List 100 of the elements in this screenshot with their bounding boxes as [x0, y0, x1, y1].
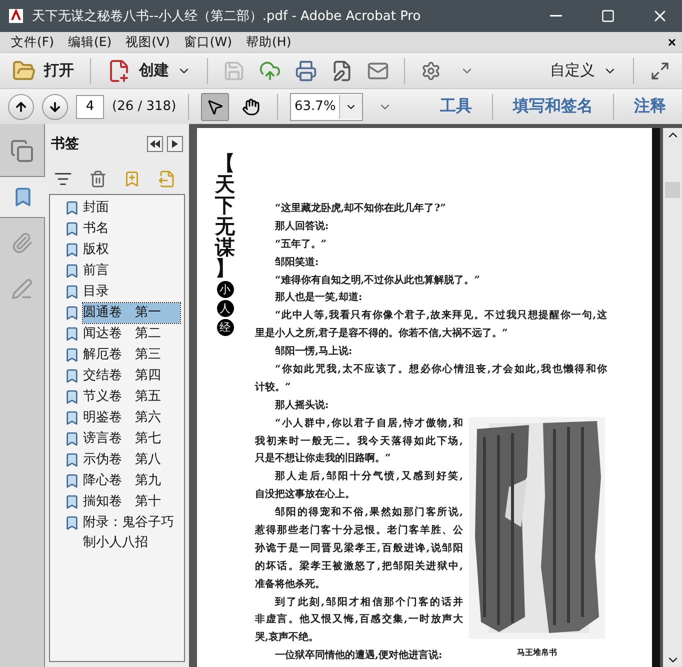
menu-item[interactable]: 帮助(H) [239, 34, 298, 50]
bookmark-icon [64, 284, 80, 300]
bookmark-icon [64, 452, 80, 468]
bookmark-icon [64, 263, 80, 279]
zoom-field[interactable]: 63.7% [290, 92, 364, 120]
text-line: 邹阳一愣,马上说: [274, 344, 354, 360]
bookmark-icon [64, 326, 80, 342]
text-line: 准备将他杀死。 [255, 578, 326, 592]
customize-button[interactable]: 自定义 [546, 61, 621, 80]
pointer-icon [206, 98, 224, 116]
bookmark-item[interactable]: 谤言卷 第七 [83, 429, 180, 449]
open-button[interactable]: 打开 [8, 58, 78, 82]
bookmark-item[interactable]: 书名 [83, 219, 180, 239]
bookmark-icon [64, 494, 80, 510]
menu-item[interactable]: 文件(F) [4, 34, 61, 50]
maximize-icon [601, 9, 615, 23]
pane-tab[interactable]: 工具 [432, 96, 480, 117]
expand-icon [650, 60, 670, 80]
bookmark-item[interactable]: 交结卷 第四 [83, 366, 180, 386]
folder-icon [12, 58, 36, 82]
text-line: 一位狱卒同情他的遭遇,便对他进言说: [274, 648, 444, 664]
text-line: 邹阳笑道: [274, 256, 320, 270]
text-line: 里是小人之所,君子是容不得的。你若不信,大祸不远了。” [255, 326, 509, 342]
text-line: 那人也是一笑,却道: [274, 290, 364, 306]
scrollbar-thumb[interactable] [665, 182, 680, 198]
bookmark-icon [64, 473, 80, 489]
bookmark-item[interactable]: 圆通卷 第一 [83, 303, 180, 323]
bookmark-icon [64, 305, 80, 321]
minimize-icon [550, 15, 562, 17]
text-line: 孙诡于是一同晋见梁孝王,百般进谗,说邹阳 [255, 541, 463, 556]
arrow-right-icon [172, 140, 178, 148]
page-number-field[interactable]: 4 [76, 94, 104, 118]
bookmark-item[interactable]: 附录：鬼谷子巧制小人八招 [83, 513, 180, 553]
file-arrow-icon [158, 170, 176, 188]
text-line: 我初来时一般无二。我今天落得如此下场, [255, 434, 463, 449]
printer-icon [295, 60, 317, 82]
save-icon [223, 60, 245, 82]
bookmark-item[interactable]: 前言 [83, 261, 180, 281]
text-line: “五年了。” [274, 238, 328, 252]
scrollbar[interactable] [663, 128, 682, 667]
text-line: “此中人等,我看只有你像个君子,故来拜见。不过我只想提醒你一句,这 [274, 308, 607, 324]
menu-item[interactable]: 视图(V) [118, 34, 177, 50]
bookmark-item[interactable]: 揣知卷 第十 [83, 492, 180, 512]
trash-icon [88, 170, 107, 188]
bookmark-item[interactable]: 目录 [83, 282, 180, 302]
text-line: 邹阳的得宠和不俗,果然如那门客所说, [274, 505, 463, 520]
new-file-icon [107, 58, 131, 82]
bookmark-item[interactable]: 版权 [83, 240, 180, 260]
text-line: 非虚言。他又恨又悔,百感交集,一时放声大 [255, 612, 463, 628]
bookmark-item[interactable]: 封面 [83, 198, 180, 218]
text-line: 到了此刻,邹阳才相信那个门客的话并 [274, 595, 463, 610]
bookmark-icon [64, 200, 80, 216]
text-line: 自没把这事放在心上。 [255, 487, 356, 502]
bookmark-item[interactable]: 示伪卷 第八 [83, 450, 180, 470]
bookmark-item[interactable]: 解厄卷 第三 [83, 345, 180, 365]
close-document-button[interactable]: × [668, 34, 676, 50]
text-line: 哭,哀声不绝。 [255, 630, 320, 646]
collapse-button[interactable] [147, 136, 163, 152]
bookmark-icon [64, 410, 80, 426]
pane-tab[interactable]: 注释 [626, 96, 674, 117]
text-line: 那人回答说: [274, 220, 330, 234]
series-badge: 人 [216, 300, 234, 317]
menu-item[interactable]: 编辑(E) [60, 34, 119, 50]
select-tool-button[interactable] [201, 92, 230, 120]
text-line: 那人摇头说: [274, 398, 330, 413]
expand-button[interactable] [167, 136, 183, 152]
pdf-icon [8, 8, 24, 24]
pages-icon [10, 139, 34, 163]
hand-icon [242, 98, 260, 116]
bookmark-icon [64, 242, 80, 258]
series-badge: 经 [216, 319, 234, 336]
bookmark-item[interactable]: 明鉴卷 第六 [83, 408, 180, 428]
panel-title: 书签 [51, 135, 80, 153]
file-edit-icon [331, 60, 353, 82]
settings-icon [421, 60, 441, 80]
text-line: “你如此咒我,太不应该了。想必你心情沮丧,才会如此,我也懒得和你 [274, 362, 607, 378]
pane-tab[interactable]: 填写和签名 [505, 96, 601, 117]
create-button[interactable]: 创建 [103, 58, 195, 82]
bookmark-icon [64, 221, 80, 237]
bookmark-icon [64, 368, 80, 384]
pen-icon [11, 278, 33, 300]
bookmark-icon [64, 389, 80, 405]
text-line: 的坏话。梁孝王被激怒了,把邹阳关进狱中, [255, 559, 463, 574]
previous-page-button[interactable] [8, 94, 34, 120]
figure-caption: 马王堆帛书 [517, 646, 557, 658]
text-line: “小人群中,你以君子自居,恃才傲物,和 [274, 416, 463, 431]
bookmark-item[interactable]: 节义卷 第五 [83, 387, 180, 407]
text-line: 计较。” [255, 380, 292, 395]
bookmark-icon [64, 515, 80, 531]
bookmark-item[interactable]: 降心卷 第九 [83, 471, 180, 491]
cloud-upload-icon [259, 60, 281, 82]
series-badge: 小 [216, 281, 234, 298]
page-count: (26 / 318) [112, 99, 176, 114]
double-arrow-left-icon [150, 140, 160, 148]
text-line: 那人走后,邹阳十分气愤,又感到好笑, [274, 470, 463, 484]
menu-item[interactable]: 窗口(W) [176, 34, 240, 50]
next-page-button[interactable] [42, 94, 68, 120]
text-line: 惹得那些老门客十分忌恨。老门客羊胜、公 [255, 523, 463, 538]
bookmarks-tab[interactable] [0, 176, 45, 218]
bookmark-item[interactable]: 闻达卷 第二 [83, 324, 180, 344]
